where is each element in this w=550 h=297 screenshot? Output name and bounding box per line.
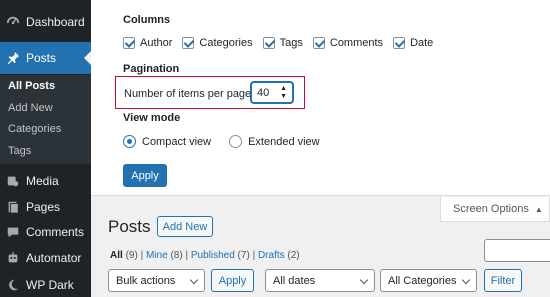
filter-mine[interactable]: Mine — [146, 250, 168, 261]
screen-options-tab[interactable]: Screen Options ▲ — [440, 197, 550, 222]
menu-item-media[interactable]: Media — [0, 172, 91, 190]
chevron-down-icon — [359, 275, 369, 285]
bulk-actions-value: Bulk actions — [116, 274, 176, 287]
date-filter-select[interactable]: All dates — [265, 269, 375, 292]
menu-label: Comments — [26, 225, 85, 239]
comments-icon — [0, 225, 26, 239]
checkbox-label: Comments — [329, 37, 384, 49]
chevron-down-icon — [461, 275, 471, 285]
menu-label: Posts — [26, 51, 57, 65]
menu-item-dashboard[interactable]: Dashboard — [0, 10, 91, 34]
pushpin-icon — [0, 51, 26, 65]
bulk-apply-button[interactable]: Apply — [211, 269, 254, 292]
filter-drafts[interactable]: Drafts — [258, 250, 285, 261]
menu-item-wp-dark[interactable]: WP Dark — [0, 276, 91, 294]
filter-mine-count: (8) — [170, 250, 183, 261]
checkbox-label: Categories — [199, 37, 253, 49]
submenu-categories[interactable]: Categories — [0, 123, 91, 135]
submenu-all-posts[interactable]: All Posts — [0, 80, 91, 92]
chevron-down-icon — [189, 275, 199, 285]
bulk-actions-select[interactable]: Bulk actions — [108, 269, 205, 292]
separator: | — [185, 250, 189, 261]
filter-drafts-count: (2) — [287, 250, 300, 261]
filter-published[interactable]: Published — [191, 250, 235, 261]
extended-view-label[interactable]: Extended view — [248, 136, 320, 148]
caret-up-icon: ▲ — [534, 204, 543, 214]
add-new-post-button[interactable]: Add New — [157, 216, 213, 237]
menu-item-comments[interactable]: Comments — [0, 223, 91, 241]
search-posts-input[interactable] — [484, 239, 550, 262]
checkbox[interactable] — [262, 37, 275, 49]
media-icon — [0, 174, 26, 188]
filter-all[interactable]: All — [110, 250, 123, 261]
menu-item-automator[interactable]: Automator — [0, 249, 91, 267]
admin-sidebar: Dashboard Posts All Posts Add New Catego… — [0, 0, 91, 297]
menu-item-pages[interactable]: Pages — [0, 198, 91, 216]
menu-label: Automator — [26, 251, 82, 265]
per-page-value: 40 — [257, 86, 270, 99]
filter-published-count: (7) — [237, 250, 250, 261]
separator: | — [140, 250, 144, 261]
menu-label: WP Dark — [26, 278, 74, 292]
column-toggle-comments[interactable]: Comments — [312, 37, 384, 49]
checkbox-label: Tags — [279, 37, 303, 49]
compact-view-radio[interactable] — [123, 135, 136, 148]
checkbox-label: Author — [140, 37, 173, 49]
pagination-heading: Pagination — [123, 63, 180, 75]
checkbox[interactable] — [182, 37, 195, 49]
per-page-label: Number of items per page: — [124, 88, 255, 100]
screen-options-tab-label: Screen Options — [453, 203, 529, 215]
column-toggle-tags[interactable]: Tags — [262, 37, 303, 49]
per-page-highlight-box: Number of items per page: 40 ▲ ▼ — [115, 76, 305, 109]
view-mode-radios: Compact view Extended view — [123, 135, 338, 148]
menu-label: Dashboard — [26, 15, 85, 29]
pages-icon — [0, 200, 26, 214]
screen-options-panel: Columns Author Categories Tags Comments … — [91, 0, 550, 196]
columns-checkboxes: Author Categories Tags Comments Date — [123, 37, 443, 49]
dashboard-icon — [0, 15, 26, 29]
robot-icon — [0, 251, 26, 265]
per-page-number-input[interactable]: 40 ▲ ▼ — [250, 81, 294, 104]
spinner-arrows-icon[interactable]: ▲ ▼ — [280, 85, 287, 101]
column-toggle-author[interactable]: Author — [123, 37, 172, 49]
screen-options-apply-button[interactable]: Apply — [123, 164, 167, 187]
column-toggle-date[interactable]: Date — [393, 37, 433, 49]
checkbox-label: Date — [410, 37, 434, 49]
moon-icon — [0, 278, 26, 292]
extended-view-radio[interactable] — [229, 135, 243, 148]
menu-item-posts[interactable]: Posts — [0, 42, 91, 74]
filter-all-count: (9) — [125, 250, 138, 261]
date-filter-value: All dates — [273, 274, 316, 287]
checkbox[interactable] — [393, 37, 406, 49]
category-filter-value: All Categories — [388, 274, 457, 287]
compact-view-label[interactable]: Compact view — [142, 136, 211, 148]
checkbox[interactable] — [123, 37, 135, 49]
menu-label: Media — [26, 174, 59, 188]
separator: | — [252, 250, 256, 261]
submenu-tags[interactable]: Tags — [0, 145, 91, 157]
filter-button[interactable]: Filter — [484, 269, 522, 292]
submenu-add-new[interactable]: Add New — [0, 102, 91, 114]
columns-heading: Columns — [123, 14, 171, 26]
view-mode-heading: View mode — [123, 112, 181, 124]
post-status-filters: All (9) | Mine (8) | Published (7) | Dra… — [110, 250, 300, 261]
page-title: Posts — [108, 217, 151, 236]
column-toggle-categories[interactable]: Categories — [182, 37, 253, 49]
checkbox[interactable] — [312, 37, 325, 49]
menu-label: Pages — [26, 200, 61, 214]
current-menu-notch — [84, 51, 91, 65]
category-filter-select[interactable]: All Categories — [380, 269, 477, 292]
